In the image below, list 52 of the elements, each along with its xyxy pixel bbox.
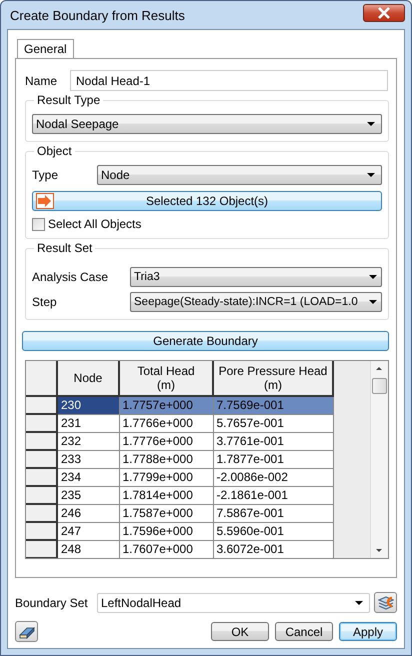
field-label: Step bbox=[32, 295, 58, 309]
table-cell[interactable]: 234 bbox=[57, 468, 119, 486]
table-cell[interactable]: 1.7799e+000 bbox=[119, 468, 213, 486]
field-label: Type bbox=[32, 168, 60, 182]
table-cell[interactable]: 5.5960e-001 bbox=[213, 522, 333, 540]
table-cell[interactable]: 3.7761e-001 bbox=[213, 432, 333, 450]
dialog-button[interactable]: Apply bbox=[339, 622, 397, 641]
field-label: Analysis Case bbox=[32, 270, 110, 284]
tab[interactable]: General bbox=[17, 39, 74, 58]
table-cell[interactable]: 1.7776e+000 bbox=[119, 432, 213, 450]
column-header: Node bbox=[57, 361, 119, 396]
field-label: Name bbox=[25, 74, 58, 88]
table-cell[interactable]: 1.7607e+000 bbox=[119, 540, 213, 558]
dropdown[interactable]: Seepage(Steady-state):INCR=1 (LOAD=1.0 bbox=[130, 292, 382, 312]
result-type-dropdown[interactable]: Nodal Seepage bbox=[32, 114, 382, 134]
field-label: Boundary Set bbox=[15, 596, 89, 610]
table-cell[interactable]: -2.1861e-001 bbox=[213, 486, 333, 504]
window-title: Create Boundary from Results bbox=[10, 8, 185, 22]
type-dropdown[interactable]: Node bbox=[97, 165, 382, 185]
group-title: Object bbox=[34, 144, 75, 158]
table-cell[interactable]: 248 bbox=[57, 540, 119, 558]
dropdown[interactable]: Tria3 bbox=[130, 267, 382, 287]
table-cell[interactable]: 231 bbox=[57, 414, 119, 432]
checkbox-label: Select All Objects bbox=[48, 217, 142, 231]
table-cell[interactable]: 1.7814e+000 bbox=[119, 486, 213, 504]
select-objects-button[interactable]: Selected 132 Object(s) bbox=[32, 191, 382, 211]
table-cell[interactable]: 230 bbox=[57, 396, 119, 414]
group-title: Result Type bbox=[34, 93, 104, 107]
boundary-set-dropdown[interactable]: LeftNodalHead bbox=[97, 592, 370, 612]
table-cell[interactable]: 233 bbox=[57, 450, 119, 468]
table-cell[interactable]: 232 bbox=[57, 432, 119, 450]
column-header: Total Head (m) bbox=[119, 361, 213, 396]
generate-boundary-button[interactable]: Generate Boundary bbox=[22, 331, 389, 351]
column-header: Pore Pressure Head (m) bbox=[213, 361, 333, 396]
table-cell[interactable]: 1.7596e+000 bbox=[119, 522, 213, 540]
group-title: Result Set bbox=[34, 241, 96, 255]
dialog-button[interactable]: OK bbox=[211, 622, 269, 641]
dialog-button[interactable]: Cancel bbox=[275, 622, 333, 641]
table-cell[interactable]: 1.7766e+000 bbox=[119, 414, 213, 432]
table-cell[interactable]: 235 bbox=[57, 486, 119, 504]
table-cell[interactable]: 1.7788e+000 bbox=[119, 450, 213, 468]
table-cell[interactable]: 246 bbox=[57, 504, 119, 522]
table-cell[interactable]: 3.6072e-001 bbox=[213, 540, 333, 558]
table-cell[interactable]: -2.0086e-002 bbox=[213, 468, 333, 486]
name-field[interactable]: Nodal Head-1 bbox=[70, 70, 388, 91]
table-cell[interactable]: 1.7757e+000 bbox=[119, 396, 213, 414]
table-cell[interactable]: 5.7657e-001 bbox=[213, 414, 333, 432]
table-cell[interactable]: 7.5867e-001 bbox=[213, 504, 333, 522]
table-cell[interactable]: 1.7587e+000 bbox=[119, 504, 213, 522]
table-cell[interactable]: 1.7877e-001 bbox=[213, 450, 333, 468]
table-cell[interactable]: 247 bbox=[57, 522, 119, 540]
table-cell[interactable]: 7.7569e-001 bbox=[213, 396, 333, 414]
